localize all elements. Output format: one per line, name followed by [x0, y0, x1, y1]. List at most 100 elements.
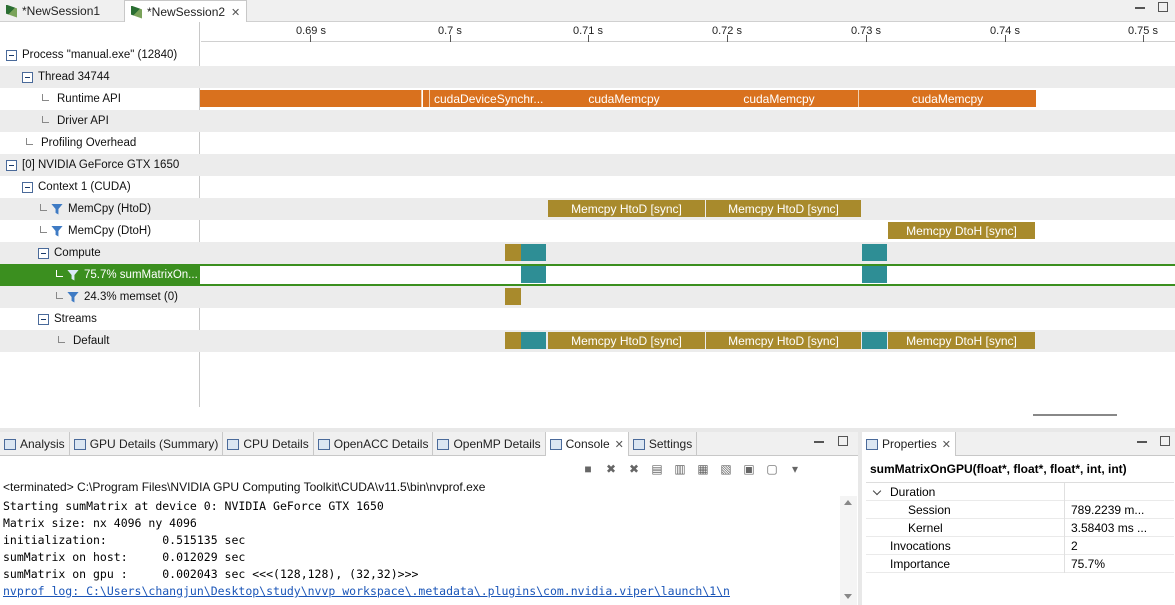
close-icon[interactable]: ✕	[615, 438, 624, 451]
close-icon[interactable]: ✕	[942, 438, 951, 451]
horizontal-scrollbar-thumb[interactable]	[1033, 414, 1117, 416]
collapse-toggle[interactable]	[6, 159, 17, 171]
summatrix-kernel-bar[interactable]	[521, 266, 546, 283]
remove-launch-icon[interactable]: ✖	[603, 462, 619, 476]
timeline-row[interactable]: [0] NVIDIA GeForce GTX 1650	[0, 154, 1175, 176]
tab-newsession2[interactable]: *NewSession2 ✕	[124, 0, 248, 23]
show-console-icon[interactable]: ▧	[718, 462, 734, 476]
session-icon	[131, 5, 142, 19]
tree-connector	[40, 203, 47, 211]
row-label: Driver API	[57, 115, 109, 127]
row-label: Profiling Overhead	[41, 137, 137, 149]
tab-gpu-details[interactable]: GPU Details (Summary)	[70, 432, 224, 456]
remove-all-icon[interactable]: ✖	[626, 462, 642, 476]
summatrix-kernel-bar[interactable]	[862, 244, 887, 261]
properties-icon	[866, 438, 878, 450]
filter-icon[interactable]	[67, 269, 79, 281]
timeline-row[interactable]: Profiling Overhead	[0, 132, 1175, 154]
tab-properties[interactable]: Properties ✕	[862, 432, 956, 456]
row-label: Default	[73, 335, 110, 347]
console-line: sumMatrix on host: 0.012029 sec	[3, 550, 246, 564]
tab-console[interactable]: Console ✕	[545, 432, 629, 456]
runtime-api-bar[interactable]: cudaMemcpy	[700, 90, 858, 107]
tab-analysis[interactable]: Analysis	[0, 432, 70, 456]
console-output[interactable]: <terminated> C:\Program Files\NVIDIA GPU…	[0, 478, 858, 605]
timeline-row[interactable]: MemCpy (HtoD) Memcpy HtoD [sync] Memcpy …	[0, 198, 1175, 220]
collapse-toggle[interactable]	[22, 181, 33, 193]
open-console-icon[interactable]: ▾	[787, 462, 803, 476]
timeline-row[interactable]: Runtime API cudaDeviceSynchr... cudaMemc…	[0, 88, 1175, 110]
memcpy-dtoh-bar[interactable]: Memcpy DtoH [sync]	[888, 222, 1035, 239]
tab-newsession1[interactable]: *NewSession1	[0, 0, 106, 22]
pin-console-icon[interactable]: ▣	[741, 462, 757, 476]
row-label: 24.3% memset (0)	[84, 291, 178, 303]
memset-kernel-bar[interactable]	[505, 288, 521, 305]
property-row[interactable]: Session 789.2239 m...	[866, 501, 1174, 519]
minimize-button[interactable]	[1137, 441, 1147, 443]
chevron-down-icon[interactable]	[872, 486, 882, 496]
tab-openmp-details[interactable]: OpenMP Details	[433, 432, 546, 456]
memcpy-dtoh-bar[interactable]: Memcpy DtoH [sync]	[888, 332, 1035, 349]
row-label: MemCpy (DtoH)	[68, 225, 152, 237]
summatrix-kernel-bar[interactable]	[521, 332, 546, 349]
filter-icon[interactable]	[51, 203, 63, 215]
memset-kernel-bar[interactable]	[505, 332, 521, 349]
property-row[interactable]: Kernel 3.58403 ms ...	[866, 519, 1174, 537]
memcpy-htod-bar[interactable]: Memcpy HtoD [sync]	[706, 332, 861, 349]
display-console-icon[interactable]: ▢	[764, 462, 780, 476]
table-icon	[227, 438, 240, 450]
runtime-api-bar[interactable]: cudaDeviceSynchr...	[430, 90, 548, 107]
minimize-button[interactable]	[814, 441, 824, 443]
row-label: MemCpy (HtoD)	[68, 203, 152, 215]
terminate-icon[interactable]: ■	[580, 462, 596, 476]
property-row[interactable]: Invocations 2	[866, 537, 1174, 555]
timeline-row-selected[interactable]: 75.7% sumMatrixOn...	[0, 264, 1175, 286]
collapse-toggle[interactable]	[38, 313, 49, 325]
analysis-icon	[4, 438, 16, 450]
clear-console-icon[interactable]: ▤	[649, 462, 665, 476]
timeline-row[interactable]: Process "manual.exe" (12840)	[0, 44, 1175, 66]
memset-kernel-bar[interactable]	[505, 244, 521, 261]
summatrix-kernel-bar[interactable]	[862, 332, 887, 349]
tree-connector	[56, 269, 63, 277]
tab-cpu-details[interactable]: CPU Details	[223, 432, 314, 456]
runtime-api-bar[interactable]	[200, 90, 421, 107]
scroll-lock-icon[interactable]: ▥	[672, 462, 688, 476]
minimize-button[interactable]	[1135, 7, 1145, 9]
timeline-row[interactable]: Driver API	[0, 110, 1175, 132]
collapse-toggle[interactable]	[38, 247, 49, 259]
timeline-row[interactable]: 24.3% memset (0)	[0, 286, 1175, 308]
maximize-button[interactable]	[1158, 2, 1168, 12]
properties-panel: sumMatrixOnGPU(float*, float*, float*, i…	[862, 456, 1175, 605]
timeline-row[interactable]: Default Memcpy HtoD [sync] Memcpy HtoD […	[0, 330, 1175, 352]
memcpy-htod-bar[interactable]: Memcpy HtoD [sync]	[706, 200, 861, 217]
tree-connector	[42, 115, 49, 123]
memcpy-htod-bar[interactable]: Memcpy HtoD [sync]	[548, 200, 705, 217]
summatrix-kernel-bar[interactable]	[521, 244, 546, 261]
row-label: [0] NVIDIA GeForce GTX 1650	[22, 159, 180, 171]
property-row[interactable]: Importance 75.7%	[866, 555, 1174, 573]
tab-openacc-details[interactable]: OpenACC Details	[314, 432, 434, 456]
timeline-row[interactable]: Thread 34744	[0, 66, 1175, 88]
timeline-row[interactable]: Compute	[0, 242, 1175, 264]
runtime-api-bar[interactable]: cudaMemcpy	[859, 90, 1036, 107]
collapse-toggle[interactable]	[6, 49, 17, 61]
maximize-button[interactable]	[1160, 436, 1170, 446]
tree-connector	[42, 93, 49, 101]
timeline-row[interactable]: MemCpy (DtoH) Memcpy DtoH [sync]	[0, 220, 1175, 242]
timeline-row[interactable]: Context 1 (CUDA)	[0, 176, 1175, 198]
maximize-button[interactable]	[838, 436, 848, 446]
runtime-api-bar[interactable]: cudaMemcpy	[548, 90, 700, 107]
nvprof-log-link[interactable]: nvprof log: C:\Users\changjun\Desktop\st…	[3, 583, 730, 600]
word-wrap-icon[interactable]: ▦	[695, 462, 711, 476]
memcpy-htod-bar[interactable]: Memcpy HtoD [sync]	[548, 332, 705, 349]
collapse-toggle[interactable]	[22, 71, 33, 83]
filter-icon[interactable]	[51, 225, 63, 237]
tab-settings[interactable]: Settings	[629, 432, 698, 456]
vertical-scrollbar[interactable]	[840, 496, 857, 605]
summatrix-kernel-bar[interactable]	[862, 266, 887, 283]
property-row-duration[interactable]: Duration	[866, 483, 1174, 501]
filter-icon[interactable]	[67, 291, 79, 303]
close-icon[interactable]: ✕	[231, 6, 240, 19]
timeline-row[interactable]: Streams	[0, 308, 1175, 330]
